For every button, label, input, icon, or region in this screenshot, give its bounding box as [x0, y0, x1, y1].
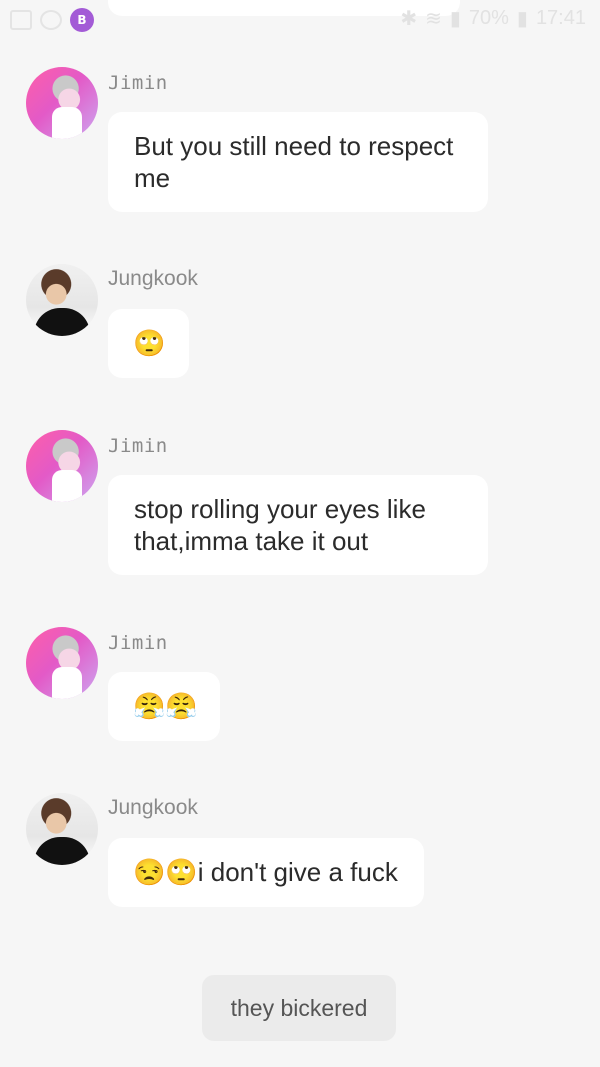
- gallery-icon: [10, 10, 32, 30]
- avatar-jimin[interactable]: [26, 627, 98, 699]
- narration-bubble[interactable]: they bickered: [202, 975, 396, 1041]
- emoji-text: 😤😤: [133, 692, 198, 722]
- wifi-icon: ≋: [425, 8, 442, 30]
- avatar-jungkook[interactable]: [26, 793, 98, 865]
- avatar-jimin[interactable]: [26, 430, 98, 502]
- status-right: ✱ ≋ ▮ 70% ▮ 17:41: [400, 6, 586, 31]
- sender-name: Jimin: [108, 72, 168, 94]
- sender-name: Jungkook: [108, 267, 198, 290]
- bluetooth-icon: ✱: [400, 8, 418, 30]
- battery-icon: ▮: [516, 8, 528, 30]
- message-bubble[interactable]: 😤😤: [108, 672, 220, 741]
- signal-icon: ▮: [449, 8, 461, 30]
- battery-percent: 70%: [468, 7, 509, 29]
- sender-name: Jimin: [108, 632, 168, 654]
- clock: 17:41: [535, 7, 586, 29]
- avatar-jimin[interactable]: [26, 67, 98, 139]
- status-bar: B ✱ ≋ ▮ 70% ▮ 17:41: [0, 0, 600, 40]
- message-bubble[interactable]: 🙄: [108, 309, 189, 378]
- sender-name: Jungkook: [108, 796, 198, 819]
- avatar-jungkook[interactable]: [26, 264, 98, 336]
- status-left: B: [10, 8, 94, 32]
- sender-name: Jimin: [108, 435, 168, 457]
- screenshot-icon: [40, 10, 62, 30]
- message-bubble[interactable]: stop rolling your eyes like that,imma ta…: [108, 475, 488, 575]
- message-bubble[interactable]: But you still need to respect me: [108, 112, 488, 212]
- message-bubble[interactable]: 😒🙄i don't give a fuck: [108, 838, 424, 907]
- app-notification-icon: B: [70, 8, 94, 32]
- emoji-text: 🙄: [133, 329, 166, 359]
